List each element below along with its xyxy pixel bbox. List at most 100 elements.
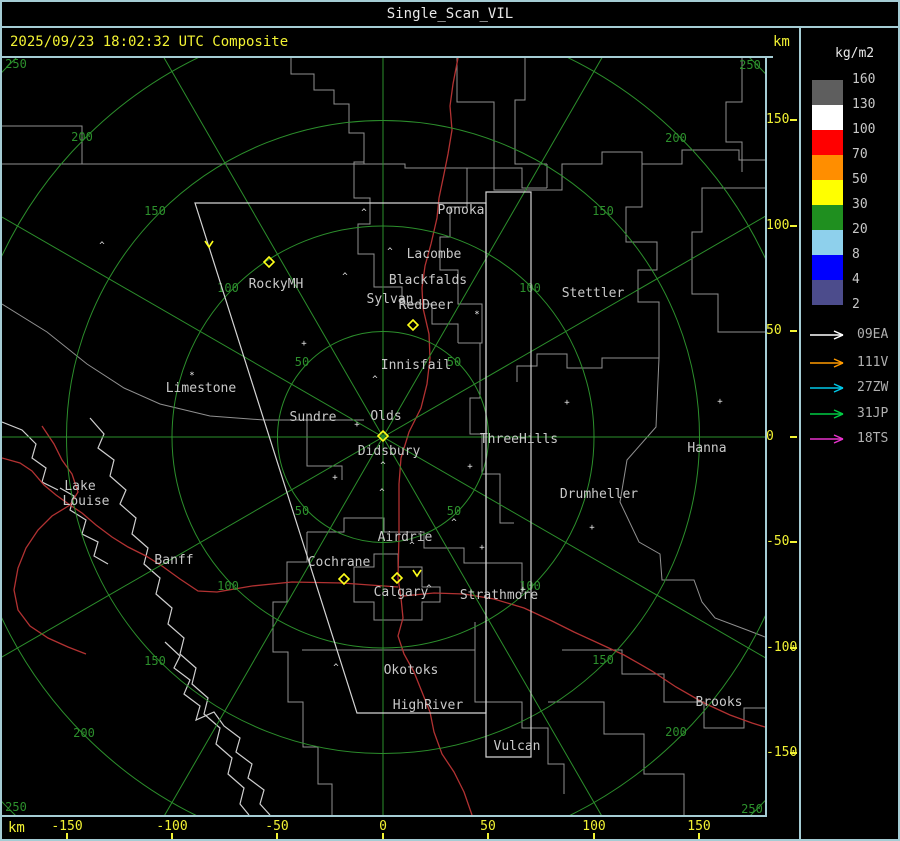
storm-track-legend-item: 27ZW (809, 377, 888, 395)
track-arrow-icon (810, 433, 844, 444)
county-boundary (691, 187, 765, 333)
county-boundary (625, 164, 660, 358)
town-marker: ^ (342, 272, 348, 282)
range-ring-label: 200 (71, 130, 93, 144)
storm-cell-icon (390, 571, 404, 585)
right-axis-tick-mark (790, 647, 797, 649)
county-boundary (725, 58, 743, 172)
radar-map-canvas: 50 5050 50100 100100 100150 150150 150200 20020… (2, 2, 898, 839)
town-marker: + (717, 397, 723, 407)
track-arrow-glyph (810, 433, 844, 444)
colorbar-swatch (812, 80, 843, 105)
range-ring-label: 100 (217, 579, 239, 593)
colorbar-value-label: 130 (852, 97, 876, 112)
colorbar-swatch (812, 280, 843, 305)
track-arrow-icon (810, 357, 844, 368)
city-label: ThreeHills (480, 432, 558, 447)
range-ring-label: 250 (5, 800, 27, 814)
colorbar-swatch (812, 130, 843, 155)
city-label: RockyMH (249, 277, 304, 292)
city-label: Louise (63, 494, 110, 509)
bottom-axis-tick-label: -150 (51, 819, 83, 834)
colorbar-value-label: 160 (852, 72, 876, 87)
town-marker: ^ (380, 461, 386, 471)
colorbar-swatch (812, 155, 843, 180)
title-bar: Single_Scan_VIL (2, 2, 898, 28)
city-label: Hanna (687, 441, 726, 456)
right-axis-tick-mark (790, 436, 797, 438)
range-ring-label: 150 (592, 653, 614, 667)
city-label: Brooks (696, 695, 743, 710)
colorbar-value-label: 50 (852, 172, 868, 187)
motion-vector-icon (204, 240, 214, 249)
town-marker: + (479, 543, 485, 553)
town-marker: * (474, 310, 479, 320)
bottom-axis-tick-mark (487, 833, 489, 839)
colorbar-value-label: 2 (852, 297, 860, 312)
range-ring-label: 200 (73, 726, 95, 740)
track-arrow-glyph (810, 408, 844, 419)
bottom-axis-tick-mark (698, 833, 700, 839)
town-marker: + (354, 420, 360, 430)
town-marker: ^ (372, 375, 378, 385)
right-axis-tick-mark (790, 752, 797, 754)
track-arrow-glyph (810, 329, 844, 340)
track-arrow-icon (810, 329, 844, 340)
city-labels-layer: PonokaLacombeBlackfaldsSylvanRedDeerStet… (63, 203, 743, 754)
storm-track-legend-item: 111V (809, 352, 888, 370)
scan-timestamp: 2025/09/23 18:02:32 UTC Composite (10, 34, 289, 50)
range-ring-label: 150 (144, 654, 166, 668)
map-area: 50 50 50 50 100 100 100 100 150 150 150 150 200 200 20… (2, 2, 898, 839)
colorbar-value-label: 8 (852, 247, 860, 262)
bottom-axis-tick-label: 0 (379, 819, 387, 834)
bottom-axis-tick-label: 50 (480, 819, 496, 834)
colorbar-value-label: 4 (852, 272, 860, 287)
right-axis-tick-mark (790, 330, 797, 332)
storm-track-legend-item: 18TS (809, 428, 888, 446)
motion-vector-icon (412, 569, 422, 578)
range-ring-label: 200 (665, 131, 687, 145)
range-ring-label: 150 (592, 204, 614, 218)
county-boundary (619, 357, 766, 638)
radar-app-window: Single_Scan_VIL 2025/09/23 18:02:32 UTC … (0, 0, 900, 841)
city-label: Lacombe (407, 247, 462, 262)
range-ring-label: 50 (295, 355, 309, 369)
county-boundary (493, 133, 765, 191)
colorbar-swatch (812, 205, 843, 230)
town-marker: ^ (361, 208, 367, 218)
city-label: HighRiver (393, 698, 464, 713)
town-marker: ^ (451, 518, 457, 528)
city-label: Vulcan (494, 739, 541, 754)
track-arrow-glyph (810, 382, 844, 393)
town-marker: + (332, 473, 338, 483)
range-grid-layer (2, 2, 898, 839)
city-label: Cochrane (308, 555, 371, 570)
bottom-axis-tick-label: 150 (687, 819, 711, 834)
track-id-label: 18TS (857, 431, 889, 446)
town-marker: * (189, 371, 194, 381)
town-marker: + (564, 398, 570, 408)
park-boundary (164, 641, 271, 816)
track-id-label: 27ZW (857, 380, 889, 395)
town-marker: ^ (387, 247, 393, 257)
town-marker: + (301, 339, 307, 349)
colorbar-value-label: 30 (852, 197, 868, 212)
park-boundary (2, 421, 59, 491)
right-axis-tick-mark (790, 541, 797, 543)
range-ring-label: 50 (295, 504, 309, 518)
city-label: Okotoks (384, 663, 439, 678)
bottom-axis-tick-mark (382, 833, 384, 839)
county-boundary (456, 58, 495, 133)
city-label: Limestone (166, 381, 237, 396)
city-label: Lake (64, 479, 95, 494)
county-boundary (290, 58, 365, 164)
city-label: Blackfalds (389, 273, 467, 288)
colorbar-swatch (812, 180, 843, 205)
town-marker: ^ (99, 241, 105, 251)
bottom-axis-tick-mark (276, 833, 278, 839)
window-title: Single_Scan_VIL (386, 6, 514, 22)
range-ring-label: 150 (144, 204, 166, 218)
colorbar-value-label: 70 (852, 147, 868, 162)
city-label: Airdrie (378, 530, 433, 545)
track-arrow-icon (810, 382, 844, 393)
